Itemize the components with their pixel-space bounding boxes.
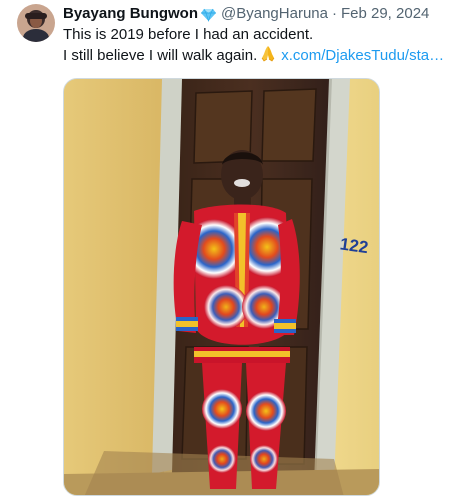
avatar[interactable] — [17, 4, 55, 42]
tweet-text-line-1: This is 2019 before I had an accident. — [63, 26, 314, 43]
tweet-text: This is 2019 before I had an accident. I… — [63, 25, 463, 66]
folded-hands-emoji-icon — [259, 45, 277, 63]
tweet-text-line-2: I still believe I will walk again. x.com… — [63, 45, 463, 66]
tweet-text-line-2-prefix: I still believe I will walk again. — [63, 47, 258, 64]
verified-diamond-icon — [200, 6, 217, 23]
photo-image: 122 — [64, 79, 379, 495]
avatar-image — [17, 4, 55, 42]
author-handle[interactable]: @ByangHaruna — [221, 4, 328, 24]
tweet-header: Byayang Bungwon @ByangHaruna · Feb 29, 2… — [63, 4, 429, 24]
wall-number-text: 122 — [339, 234, 370, 257]
tweet-photo[interactable]: 122 — [63, 78, 380, 496]
author-display-name[interactable]: Byayang Bungwon — [63, 4, 198, 24]
tweet[interactable]: Byayang Bungwon @ByangHaruna · Feb 29, 2… — [0, 0, 468, 501]
separator-dot: · — [331, 5, 337, 22]
tweet-link[interactable]: x.com/DjakesTudu/sta… — [281, 47, 444, 64]
tweet-date[interactable]: Feb 29, 2024 — [341, 4, 429, 24]
